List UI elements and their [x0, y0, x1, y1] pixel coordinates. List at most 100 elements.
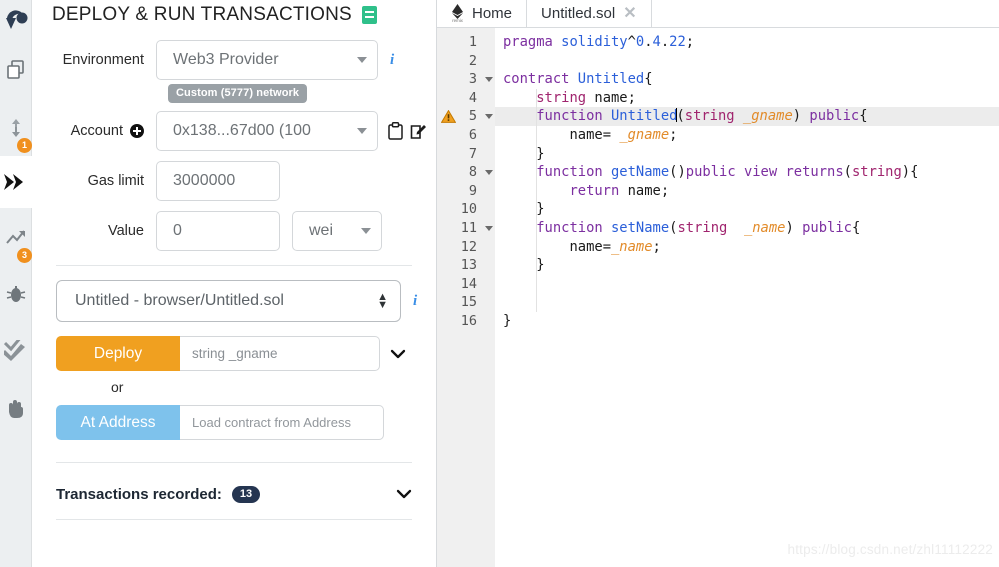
chevron-down-icon — [357, 128, 367, 134]
refresh-glyph — [12, 119, 20, 137]
line-number: 8 — [468, 164, 477, 181]
value-input[interactable]: 0 — [156, 211, 280, 251]
line-number: 6 — [468, 126, 477, 143]
code-area: 1 2 3 4 5 6 7 8 9 10 11 12 13 14 15 16 pragma solidity^… — [437, 28, 999, 567]
code-line[interactable]: } — [495, 200, 999, 219]
account-select[interactable]: 0x138...67d00 (100 — [156, 111, 378, 151]
fold-toggle-icon[interactable] — [485, 107, 493, 126]
environment-value: Web3 Provider — [173, 51, 279, 68]
account-label: Account — [50, 123, 156, 139]
value-unit-select[interactable]: wei — [292, 211, 382, 251]
code-line[interactable]: name= _gname; — [495, 125, 999, 145]
divider — [56, 462, 412, 463]
gutter-line: 13 — [437, 256, 495, 275]
divider — [56, 265, 412, 266]
solidity-compiler-icon[interactable]: 1 — [0, 100, 32, 156]
deploy-args-input[interactable]: string _gname — [180, 336, 380, 371]
deploy-args-placeholder: string _gname — [192, 346, 278, 361]
solidity-static-analysis-icon[interactable]: 3 — [0, 208, 32, 266]
deploy-run-transactions-icon[interactable] — [0, 156, 32, 208]
clipboard-icon[interactable] — [388, 122, 403, 140]
panel-title-row: DEPLOY & RUN TRANSACTIONS — [32, 0, 436, 26]
code-line[interactable] — [495, 274, 999, 294]
add-account-icon[interactable] — [130, 124, 144, 138]
or-label: or — [111, 379, 124, 395]
value-input-value: 0 — [173, 222, 182, 239]
at-address-input[interactable]: Load contract from Address — [180, 405, 384, 440]
left-icon-bar: 1 3 — [0, 0, 32, 567]
deploy-run-panel: DEPLOY & RUN TRANSACTIONS Environment We… — [32, 0, 437, 567]
environment-info-icon[interactable]: i — [390, 52, 394, 69]
deploy-button[interactable]: Deploy — [56, 336, 180, 371]
compiler-badge: 1 — [17, 138, 32, 153]
code-line[interactable]: contract Untitled{ — [495, 70, 999, 89]
editor-area: remix Home Untitled.sol ✕ 1 2 3 4 5 6 7 8 9 10 11 1… — [437, 0, 999, 567]
code-line[interactable]: function Untitled(string _gname) public{ — [495, 107, 999, 126]
tab-home[interactable]: remix Home — [437, 0, 528, 27]
code-line[interactable]: string name; — [495, 88, 999, 108]
transactions-recorded-row[interactable]: Transactions recorded: 13 — [50, 477, 418, 511]
code-line[interactable]: } — [495, 144, 999, 164]
environment-select[interactable]: Web3 Provider — [156, 40, 378, 80]
watermark: https://blog.csdn.net/zhl11112222 — [787, 542, 993, 557]
analysis-badge: 3 — [17, 248, 32, 263]
line-number: 14 — [460, 275, 477, 292]
code-line[interactable] — [495, 52, 999, 71]
account-label-text: Account — [70, 123, 123, 139]
indent-guide — [536, 107, 537, 126]
edit-icon[interactable] — [410, 122, 427, 140]
remix-logo-icon[interactable] — [0, 0, 32, 40]
fold-toggle-icon[interactable] — [485, 163, 493, 182]
code-line[interactable]: pragma solidity^0.4.22; — [495, 33, 999, 52]
indent-guide — [536, 274, 537, 294]
value-label: Value — [107, 223, 144, 239]
fold-toggle-icon[interactable] — [485, 70, 493, 89]
code-line[interactable]: return name; — [495, 181, 999, 201]
fold-toggle-icon[interactable] — [485, 219, 493, 238]
documentation-icon[interactable] — [361, 6, 377, 24]
plugin-manager-icon[interactable] — [0, 380, 32, 438]
line-number: 11 — [460, 219, 477, 236]
gutter-line: 16 — [437, 312, 495, 331]
indent-guide — [536, 163, 537, 182]
contract-select[interactable]: Untitled - browser/Untitled.sol ▲ ▼ — [56, 280, 401, 322]
remix-logo-caption: remix — [452, 17, 463, 23]
chevron-down-icon — [361, 228, 371, 234]
tab-home-label: Home — [472, 5, 513, 22]
network-badge: Custom (5777) network — [168, 84, 308, 103]
code-line[interactable]: name=_name; — [495, 237, 999, 257]
code-content[interactable]: pragma solidity^0.4.22; contract Untitle… — [495, 28, 999, 567]
debugger-icon[interactable] — [0, 266, 32, 322]
indent-guide — [536, 237, 537, 257]
code-line[interactable]: function setName(string _name) public{ — [495, 218, 999, 238]
gas-limit-value: 3000000 — [173, 172, 236, 189]
panel-body: Environment Web3 Provider i Custom (5777… — [32, 26, 436, 520]
indent-guide — [536, 218, 537, 238]
remix-tab-logo-icon: remix — [451, 3, 464, 24]
account-actions — [388, 122, 427, 140]
code-line[interactable]: function getName()public view returns(st… — [495, 163, 999, 182]
tab-untitled-sol-label: Untitled.sol — [541, 5, 616, 22]
code-line[interactable] — [495, 293, 999, 312]
expand-transactions-chevron-down-icon[interactable] — [396, 488, 412, 500]
contract-info-icon[interactable]: i — [413, 293, 417, 310]
close-icon[interactable]: ✕ — [623, 5, 636, 22]
gutter-line: 11 — [437, 219, 495, 238]
expand-constructor-chevron-down-icon[interactable] — [390, 348, 406, 360]
divider — [56, 519, 412, 520]
line-number: 3 — [468, 71, 477, 88]
tab-untitled-sol[interactable]: Untitled.sol ✕ — [527, 0, 652, 27]
remix-logo-glyph — [6, 10, 28, 29]
at-address-button[interactable]: At Address — [56, 405, 180, 440]
at-address-row: At Address Load contract from Address — [50, 403, 418, 440]
file-explorers-icon[interactable] — [0, 40, 32, 100]
gutter-line: 12 — [437, 238, 495, 257]
gutter-line: 9 — [437, 182, 495, 201]
line-number: 4 — [468, 89, 477, 106]
code-line[interactable]: } — [495, 312, 999, 331]
code-line[interactable]: } — [495, 256, 999, 275]
line-number: 7 — [468, 145, 477, 162]
gutter-line: 5 — [437, 107, 495, 126]
gas-limit-input[interactable]: 3000000 — [156, 161, 280, 201]
solidity-unit-testing-icon[interactable] — [0, 322, 32, 380]
